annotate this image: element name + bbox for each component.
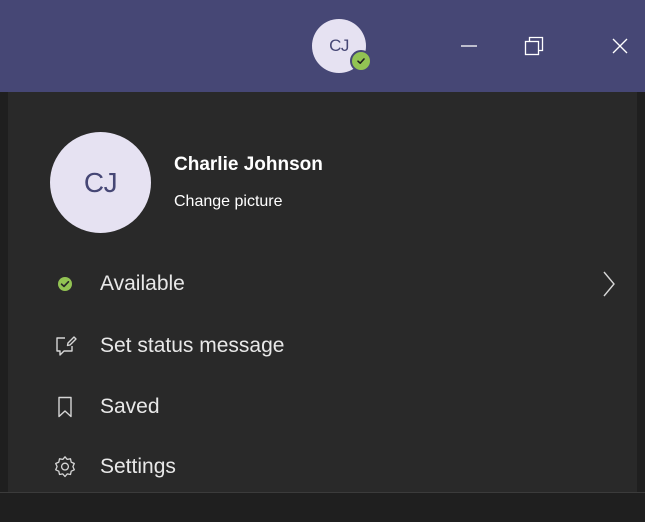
avatar-initials: CJ	[329, 36, 349, 55]
close-icon	[612, 38, 628, 54]
menu-item-set-status-message[interactable]: Set status message	[8, 318, 637, 374]
edit-message-icon	[52, 333, 78, 359]
profile-name: Charlie Johnson	[174, 154, 323, 175]
menu-item-label: Saved	[100, 395, 160, 418]
profile-avatar-button[interactable]: CJ	[312, 19, 372, 73]
minimize-icon	[461, 45, 477, 47]
available-status-icon	[52, 271, 78, 297]
profile-initials: CJ	[83, 166, 118, 198]
title-bar: CJ	[0, 0, 645, 92]
menu-item-label: Settings	[100, 455, 176, 478]
gear-icon	[52, 454, 78, 480]
menu-item-saved[interactable]: Saved	[8, 379, 637, 435]
menu-item-available[interactable]: Available	[8, 256, 637, 312]
divider	[0, 492, 645, 493]
restore-icon	[524, 36, 544, 56]
menu-item-label: Set status message	[100, 334, 285, 357]
profile-picture: CJ	[50, 132, 151, 233]
change-picture-link[interactable]: Change picture	[174, 193, 283, 211]
presence-available-icon	[350, 50, 372, 72]
close-button[interactable]	[600, 24, 640, 68]
menu-item-settings[interactable]: Settings	[8, 439, 637, 495]
minimize-button[interactable]	[449, 24, 489, 68]
menu-item-label: Available	[100, 272, 185, 295]
profile-menu-panel: CJ Charlie Johnson Change picture Availa…	[8, 92, 637, 492]
bookmark-icon	[52, 394, 78, 420]
chevron-right-icon	[599, 269, 619, 299]
restore-button[interactable]	[514, 24, 554, 68]
